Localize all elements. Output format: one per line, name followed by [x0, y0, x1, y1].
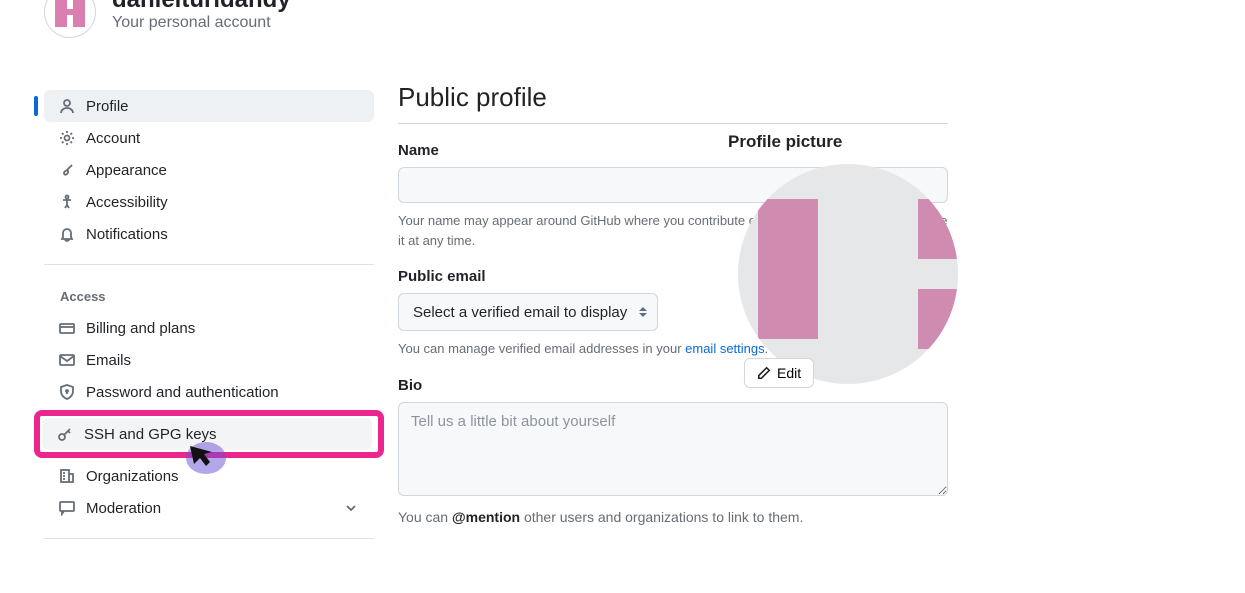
- main-content: Public profile Name Your name may appear…: [398, 82, 948, 555]
- profile-picture-section: Profile picture Edit: [728, 132, 988, 384]
- sidebar-item-label: Emails: [86, 352, 131, 369]
- sidebar-item-account[interactable]: Account: [44, 122, 374, 154]
- comment-icon: [58, 499, 76, 517]
- sidebar-item-label: Organizations: [86, 468, 179, 485]
- sidebar-item-label: Accessibility: [86, 194, 168, 211]
- edit-profile-picture-button[interactable]: Edit: [744, 358, 814, 388]
- sidebar-item-label: SSH and GPG keys: [84, 426, 217, 443]
- bio-help: You can @mention other users and organiz…: [398, 509, 948, 525]
- sidebar-item-label: Billing and plans: [86, 320, 195, 337]
- settings-sidebar: Profile Account Appearance Accessibility…: [44, 82, 374, 555]
- gear-icon: [58, 129, 76, 147]
- accessibility-icon: [58, 193, 76, 211]
- username: danielturidandy: [112, 0, 291, 14]
- profile-picture-heading: Profile picture: [728, 132, 988, 152]
- shield-lock-icon: [58, 383, 76, 401]
- page-title: Public profile: [398, 82, 948, 124]
- pencil-icon: [757, 366, 771, 380]
- sidebar-item-accessibility[interactable]: Accessibility: [44, 186, 374, 218]
- sidebar-item-notifications[interactable]: Notifications: [44, 218, 374, 250]
- annotation-highlight: SSH and GPG keys: [34, 410, 384, 458]
- sidebar-item-emails[interactable]: Emails: [44, 344, 374, 376]
- select-caret-icon: [639, 307, 647, 317]
- sidebar-item-appearance[interactable]: Appearance: [44, 154, 374, 186]
- sidebar-item-profile[interactable]: Profile: [44, 90, 374, 122]
- sidebar-item-password[interactable]: Password and authentication: [44, 376, 374, 408]
- brush-icon: [58, 161, 76, 179]
- mail-icon: [58, 351, 76, 369]
- organization-icon: [58, 467, 76, 485]
- credit-card-icon: [58, 319, 76, 337]
- sidebar-item-label: Notifications: [86, 226, 168, 243]
- bio-textarea[interactable]: [398, 402, 948, 496]
- sidebar-item-billing[interactable]: Billing and plans: [44, 312, 374, 344]
- sidebar-item-organizations[interactable]: Organizations: [44, 460, 374, 492]
- select-value: Select a verified email to display: [413, 304, 627, 321]
- sidebar-item-label: Appearance: [86, 162, 167, 179]
- sidebar-item-label: Account: [86, 130, 140, 147]
- chevron-down-icon: [342, 499, 360, 517]
- account-header: danielturidandy Your personal account: [0, 0, 1245, 52]
- public-email-select[interactable]: Select a verified email to display: [398, 293, 658, 331]
- bell-icon: [58, 225, 76, 243]
- edit-button-label: Edit: [777, 365, 801, 381]
- sidebar-item-moderation[interactable]: Moderation: [44, 492, 374, 524]
- sidebar-item-label: Password and authentication: [86, 384, 279, 401]
- sidebar-item-label: Profile: [86, 98, 129, 115]
- account-subtitle: Your personal account: [112, 14, 291, 32]
- person-icon: [58, 97, 76, 115]
- sidebar-item-label: Moderation: [86, 500, 161, 517]
- avatar: [44, 0, 96, 38]
- sidebar-item-ssh-gpg-keys[interactable]: SSH and GPG keys: [42, 418, 372, 450]
- key-icon: [56, 425, 74, 443]
- sidebar-heading-access: Access: [44, 273, 374, 312]
- profile-picture-avatar: [738, 164, 958, 384]
